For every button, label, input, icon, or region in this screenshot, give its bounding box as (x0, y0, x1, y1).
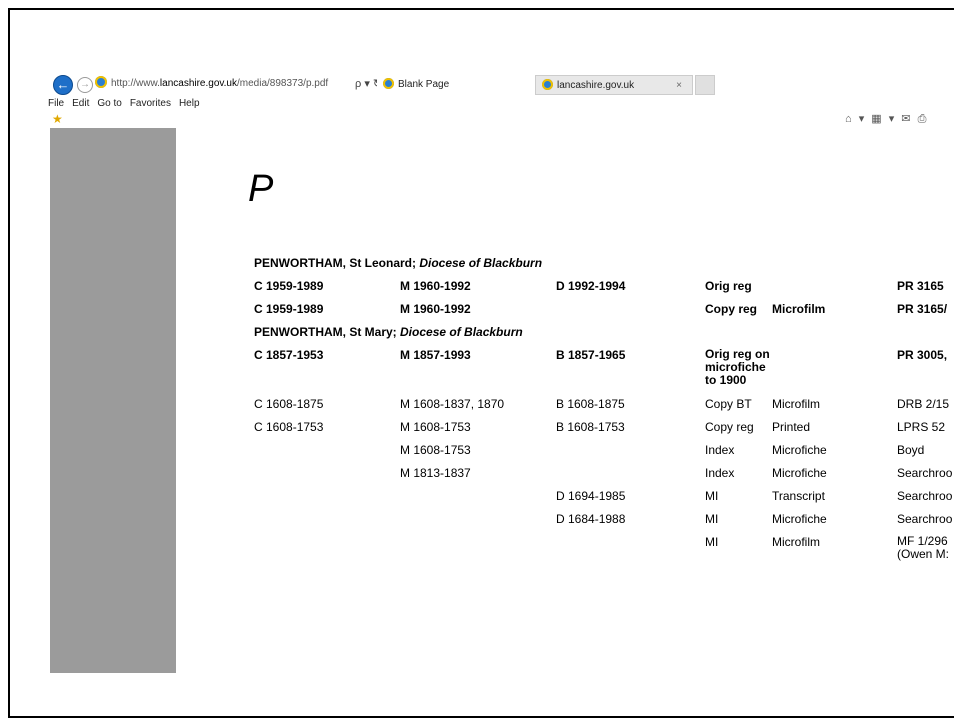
table-cell: Microfiche (772, 443, 827, 457)
table-cell: Searchroo (897, 512, 953, 526)
new-tab-button[interactable] (695, 75, 715, 95)
table-cell: Searchroo (897, 466, 953, 480)
table-cell: Index (705, 466, 735, 480)
table-row: M 1813-1837 Index Microfiche Searchroo (254, 466, 952, 489)
pdf-page: P PENWORTHAM, St Leonard; Diocese of Bla… (176, 128, 955, 673)
table-row: C 1857-1953 M 1857-1993 B 1857-1965 Orig re… (254, 348, 947, 397)
table-cell: C 1608-1753 (254, 420, 324, 434)
table-cell: Transcript (772, 489, 825, 503)
section-letter: P (248, 168, 274, 210)
diocese-name: Diocese of Blackburn (419, 256, 543, 270)
table-row: C 1608-1875 M 1608-1837, 1870 B 1608-1875 C… (254, 397, 949, 420)
table-cell: PR 3165/ (897, 302, 948, 316)
menu-help[interactable]: Help (179, 98, 200, 109)
ie-logo-icon (383, 78, 394, 89)
menu-favorites[interactable]: Favorites (130, 98, 171, 109)
menu-file[interactable]: File (48, 98, 64, 109)
table-cell: M 1813-1837 (400, 466, 471, 480)
table-cell: Searchroo (897, 489, 953, 503)
parish-heading: PENWORTHAM, St Leonard; Diocese of Black… (254, 256, 542, 279)
address-host: lancashire.gov.uk (159, 78, 237, 89)
menu-goto[interactable]: Go to (97, 98, 121, 109)
table-cell: C 1959-1989 (254, 279, 324, 293)
table-cell: Microfilm (772, 535, 820, 549)
table-cell: Microfilm (772, 397, 820, 411)
forward-button[interactable]: → (77, 77, 93, 93)
tab-blank-page[interactable]: Blank Page (377, 75, 529, 95)
back-button[interactable]: ← (53, 75, 73, 95)
table-cell: Microfiche (772, 466, 827, 480)
table-row: MI Microfilm MF 1/296 (Owen M: (254, 535, 949, 584)
table-row: M 1608-1753 Index Microfiche Boyd (254, 443, 924, 466)
favorites-star-icon[interactable]: ★ (52, 112, 63, 126)
table-cell: PR 3165 (897, 279, 944, 293)
tab-label: Blank Page (398, 79, 450, 90)
parish-name: PENWORTHAM, St Leonard; (254, 256, 420, 270)
address-bar[interactable]: http://www.lancashire.gov.uk/media/89837… (95, 75, 359, 93)
pdf-side-margin (50, 128, 176, 673)
table-row: C 1959-1989 M 1960-1992 D 1992-1994 Orig re… (254, 279, 944, 302)
table-row: D 1694-1985 MI Transcript Searchroo (254, 489, 952, 512)
table-cell: M 1960-1992 (400, 279, 471, 293)
ie-logo-icon (542, 79, 553, 90)
table-cell: Orig reg (705, 279, 752, 293)
table-cell: LPRS 52 (897, 420, 946, 434)
table-cell: M 1608-1753 (400, 420, 471, 434)
table-cell: MI (705, 535, 719, 549)
table-row: D 1684-1988 MI Microfiche Searchroo (254, 512, 952, 535)
diocese-name: Diocese of Blackburn (400, 325, 523, 339)
table-cell: M 1608-1753 (400, 443, 471, 457)
table-row: C 1959-1989 M 1960-1992 Copy reg Microfilm P… (254, 302, 947, 325)
table-cell: Boyd (897, 443, 925, 457)
table-cell: Copy reg (705, 420, 754, 434)
table-cell: Printed (772, 420, 811, 434)
table-cell: C 1959-1989 (254, 302, 324, 316)
table-cell: D 1992-1994 (556, 279, 626, 293)
tab-lancashire[interactable]: lancashire.gov.uk × (535, 75, 693, 95)
table-cell: MF 1/296 (Owen M: (897, 534, 950, 561)
table-cell: M 1857-1993 (400, 348, 471, 362)
table-cell: D 1694-1985 (556, 489, 626, 503)
table-cell: C 1608-1875 (254, 397, 324, 411)
table-cell: B 1857-1965 (556, 348, 626, 362)
table-cell: M 1608-1837, 1870 (400, 397, 505, 411)
command-bar-icons[interactable]: ⌂ ▾ ▦ ▾ ✉ ⎙ (845, 112, 928, 126)
table-cell: Copy reg (705, 302, 758, 316)
table-cell: B 1608-1753 (556, 420, 625, 434)
address-path: /media/898373/p.pdf (237, 78, 329, 89)
register-table: PENWORTHAM, St Leonard; Diocese of Black… (254, 256, 952, 584)
table-cell: Microfiche (772, 512, 827, 526)
table-cell: Orig reg on microfiche to 1900 (705, 347, 770, 387)
forward-arrow-icon: → (80, 79, 90, 90)
table-cell: MI (705, 489, 719, 503)
table-cell: Microfilm (772, 302, 826, 316)
tab-label: lancashire.gov.uk (557, 80, 635, 91)
table-cell: MI (705, 512, 719, 526)
table-cell: D 1684-1988 (556, 512, 626, 526)
menu-edit[interactable]: Edit (72, 98, 89, 109)
address-prefix: http://www. (111, 78, 160, 89)
table-cell: B 1608-1875 (556, 397, 625, 411)
table-row: C 1608-1753 M 1608-1753 B 1608-1753 Copy re… (254, 420, 945, 443)
table-cell: Copy BT (705, 397, 752, 411)
table-cell: C 1857-1953 (254, 348, 324, 362)
table-cell: M 1960-1992 (400, 302, 471, 316)
menu-bar: File Edit Go to Favorites Help (48, 98, 208, 109)
parish-name: PENWORTHAM, St Mary; (254, 325, 401, 339)
table-cell: Index (705, 443, 735, 457)
close-tab-icon[interactable]: × (676, 76, 682, 96)
table-cell: PR 3005, (897, 348, 948, 362)
back-arrow-icon: ← (56, 77, 70, 92)
browser-chrome: ← → http://www.lancashire.gov.uk/media/8… (40, 72, 940, 128)
table-cell: DRB 2/15 (897, 397, 950, 411)
ie-logo-icon (95, 76, 107, 88)
parish-heading: PENWORTHAM, St Mary; Diocese of Blackbur… (254, 325, 542, 348)
